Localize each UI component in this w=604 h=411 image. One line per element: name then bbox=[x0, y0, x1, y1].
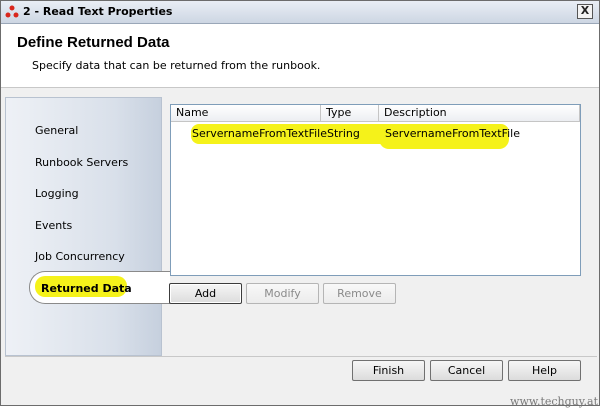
window-title: 2 - Read Text Properties bbox=[23, 5, 173, 18]
sidebar-item-general[interactable]: General bbox=[35, 124, 78, 137]
column-header-type[interactable]: Type bbox=[321, 105, 379, 122]
returned-data-list[interactable]: Name Type Description ServernameFromText… bbox=[170, 104, 581, 276]
sidebar-item-logging[interactable]: Logging bbox=[35, 187, 79, 200]
page-subtitle: Specify data that can be returned from t… bbox=[32, 59, 321, 72]
column-header-name[interactable]: Name bbox=[171, 105, 321, 122]
orchestrator-app-icon bbox=[5, 5, 19, 18]
add-button[interactable]: Add bbox=[169, 283, 242, 304]
column-header-filler bbox=[559, 105, 580, 122]
footer-divider bbox=[5, 356, 597, 357]
dialog-window: 2 - Read Text Properties X Define Return… bbox=[0, 0, 600, 406]
column-header-description[interactable]: Description bbox=[379, 105, 580, 122]
watermark-text: www.techguy.at bbox=[510, 395, 598, 408]
table-row-description[interactable]: ServernameFromTextFile bbox=[385, 127, 520, 140]
sidebar-item-job-concurrency[interactable]: Job Concurrency bbox=[35, 250, 125, 263]
modify-button[interactable]: Modify bbox=[246, 283, 319, 304]
sidebar-item-runbook-servers[interactable]: Runbook Servers bbox=[35, 156, 128, 169]
table-row-type[interactable]: String bbox=[327, 127, 360, 140]
title-bar[interactable]: 2 - Read Text Properties X bbox=[1, 1, 599, 24]
sidebar-item-events[interactable]: Events bbox=[35, 219, 72, 232]
close-button[interactable]: X bbox=[577, 4, 593, 19]
help-button[interactable]: Help bbox=[508, 360, 581, 381]
page-header: Define Returned Data Specify data that c… bbox=[1, 24, 599, 88]
sidebar bbox=[5, 97, 162, 356]
table-row-name[interactable]: ServernameFromTextFile bbox=[192, 127, 327, 140]
sidebar-item-returned-data[interactable]: Returned Data bbox=[41, 282, 132, 295]
finish-button[interactable]: Finish bbox=[352, 360, 425, 381]
cancel-button[interactable]: Cancel bbox=[430, 360, 503, 381]
remove-button[interactable]: Remove bbox=[323, 283, 396, 304]
page-title: Define Returned Data bbox=[17, 34, 170, 51]
